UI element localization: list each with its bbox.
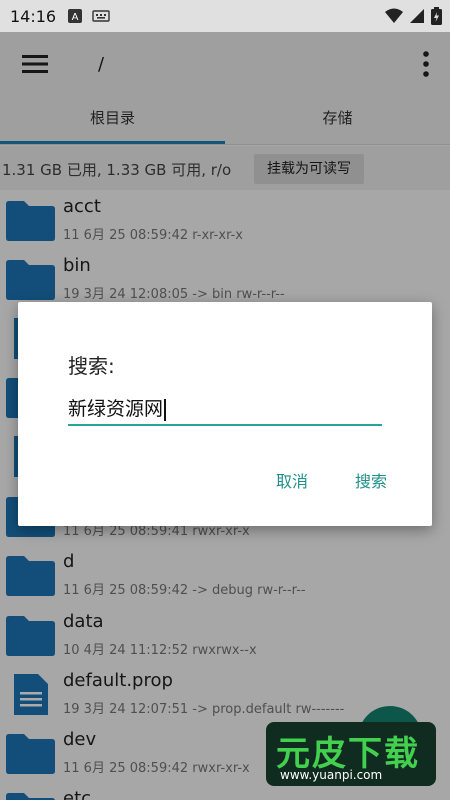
search-input[interactable]: 新绿资源网 [68, 394, 382, 426]
dialog-title: 搜索: [68, 354, 115, 378]
search-button[interactable]: 搜索 [355, 468, 387, 492]
svg-text:A: A [72, 12, 79, 23]
watermark-url: www.yuanpi.com [280, 768, 383, 782]
notification-a-icon: A [68, 9, 82, 23]
search-input-value: 新绿资源网 [68, 398, 164, 420]
status-bar: 14:16 A [0, 0, 450, 32]
battery-icon [431, 7, 442, 25]
signal-icon [410, 9, 424, 23]
cancel-button[interactable]: 取消 [276, 468, 308, 492]
status-time: 14:16 [10, 7, 57, 26]
wifi-icon [385, 8, 403, 23]
search-dialog: 搜索: 新绿资源网 取消 搜索 [18, 302, 432, 526]
text-cursor [164, 398, 167, 421]
keyboard-icon [92, 10, 110, 22]
